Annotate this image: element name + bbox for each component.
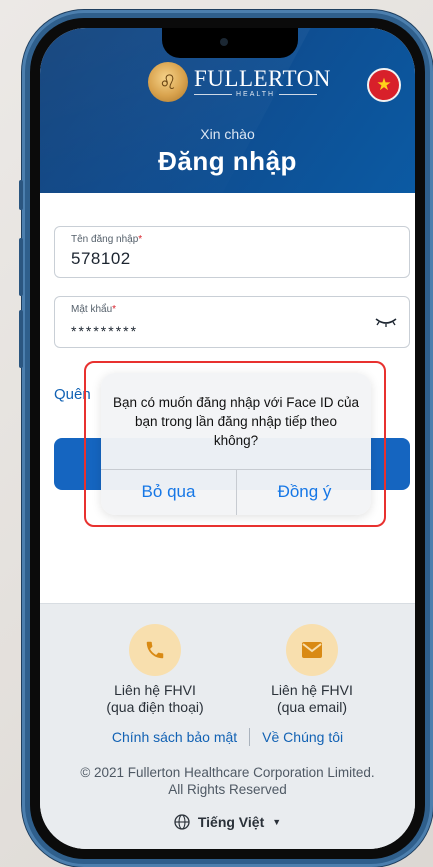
contact-email-line2: (qua email): [276, 699, 348, 715]
language-selector[interactable]: Tiếng Việt ▼: [40, 814, 415, 830]
page-title: Đăng nhập: [158, 146, 297, 176]
footer: Liên hệ FHVI (qua điện thoại) Liên hệ FH…: [40, 603, 415, 849]
password-label: Mật khẩu: [71, 304, 113, 315]
lion-logo-icon: ♌: [148, 62, 188, 102]
copyright: © 2021 Fullerton Healthcare Corporation …: [40, 764, 415, 798]
brand-sub: HEALTH: [236, 90, 276, 98]
mute-switch: [19, 180, 23, 210]
chevron-down-icon: ▼: [272, 817, 282, 827]
password-field[interactable]: Mật khẩu* *********: [54, 296, 410, 348]
brand-name: FULLERTON: [194, 65, 331, 91]
notch: [162, 28, 298, 58]
copyright-line1: © 2021 Fullerton Healthcare Corporation …: [80, 765, 375, 780]
about-us-link[interactable]: Về Chúng tôi: [262, 729, 343, 745]
language-label: Tiếng Việt: [197, 814, 265, 830]
fullerton-logo: ♌ FULLERTON HEALTH: [148, 62, 331, 102]
camera: [220, 38, 228, 46]
privacy-policy-link[interactable]: Chính sách bảo mật: [112, 729, 237, 745]
mail-icon: [286, 624, 338, 676]
globe-icon: [174, 814, 190, 830]
contact-phone-line2: (qua điện thoại): [106, 699, 204, 715]
username-value: 578102: [71, 249, 131, 268]
contact-email[interactable]: Liên hệ FHVI (qua email): [237, 624, 387, 716]
greeting-text: Xin chào: [200, 126, 255, 142]
link-divider: [249, 728, 251, 746]
username-field[interactable]: Tên đăng nhập* 578102: [54, 226, 410, 278]
annotation-highlight-box: [84, 361, 386, 527]
contact-email-line1: Liên hệ FHVI: [271, 682, 353, 698]
phone-frame: ♌ FULLERTON HEALTH ★ Xin chào Đăng nhập …: [19, 10, 433, 867]
volume-up-button: [19, 238, 23, 296]
eye-closed-icon[interactable]: [375, 317, 397, 329]
volume-down-button: [19, 310, 23, 368]
phone-icon: [129, 624, 181, 676]
contact-phone-line1: Liên hệ FHVI: [114, 682, 196, 698]
copyright-line2: All Rights Reserved: [168, 782, 287, 797]
required-mark: *: [112, 304, 117, 315]
vietnam-flag-icon[interactable]: ★: [367, 68, 401, 102]
required-mark: *: [138, 234, 143, 245]
password-value: *********: [71, 323, 139, 339]
contact-phone[interactable]: Liên hệ FHVI (qua điện thoại): [80, 624, 230, 716]
app-screen: ♌ FULLERTON HEALTH ★ Xin chào Đăng nhập …: [40, 28, 415, 849]
username-label: Tên đăng nhập: [71, 234, 139, 245]
